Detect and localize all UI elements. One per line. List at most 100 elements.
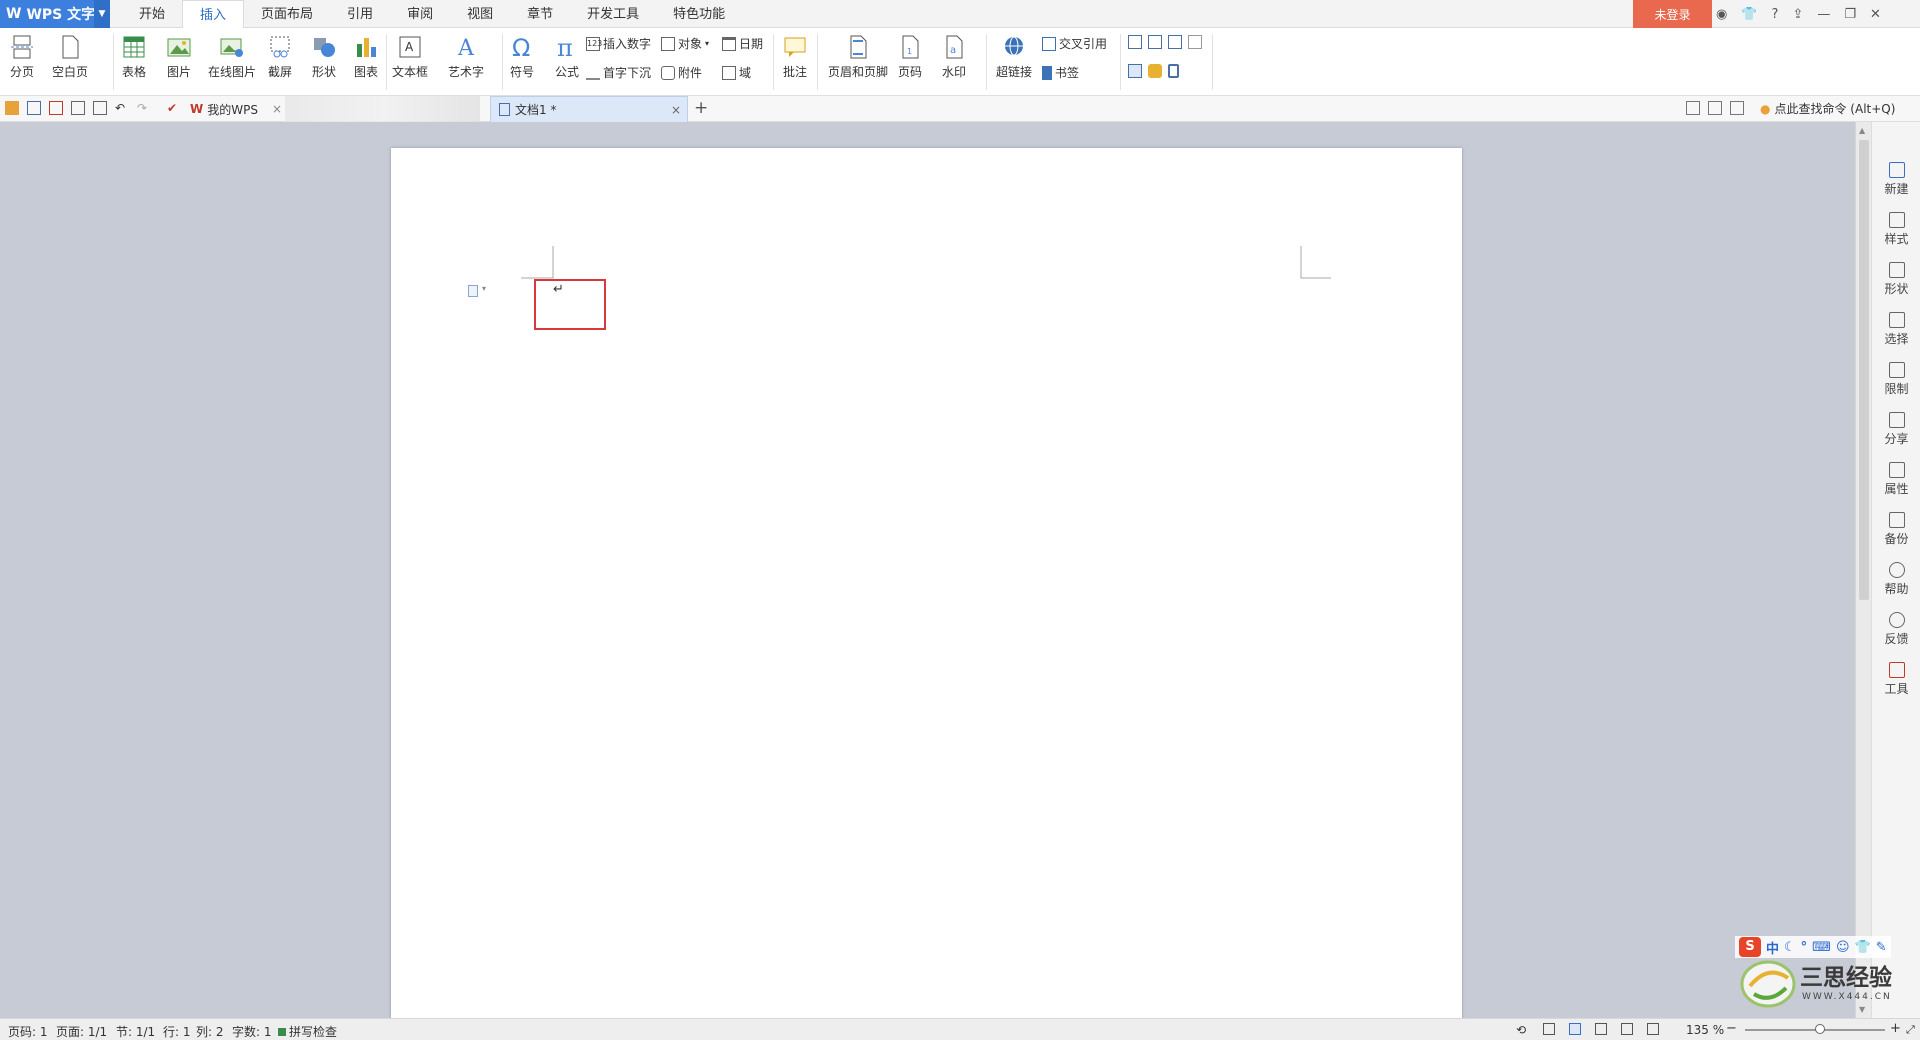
bookmark-icon (1042, 65, 1052, 80)
layout-icon[interactable] (1686, 101, 1700, 115)
tab-0[interactable]: 开始 (122, 0, 182, 28)
side-panel-item-0[interactable]: 新建 (1872, 162, 1920, 197)
outline-view-icon[interactable] (1621, 1023, 1633, 1035)
sync-icon[interactable] (1730, 101, 1744, 115)
skin-icon[interactable]: ◉ (1716, 7, 1727, 22)
side-panel-item-7[interactable]: 备份 (1872, 512, 1920, 547)
object-button[interactable]: 对象 ▾ (661, 35, 709, 52)
web-view-icon[interactable] (1595, 1023, 1607, 1035)
side-panel-item-9[interactable]: 反馈 (1872, 612, 1920, 647)
picture-button[interactable]: 图片 (165, 33, 193, 80)
chevron-down-icon[interactable]: ▾ (482, 284, 486, 293)
zoom-in-button[interactable]: + (1890, 1021, 1901, 1036)
watermark-button[interactable]: a 水印 (940, 33, 968, 80)
tab-1[interactable]: 插入 (182, 0, 245, 29)
tab-8[interactable]: 特色功能 (656, 0, 742, 28)
chevron-down-icon[interactable]: ▼ (94, 0, 110, 28)
list-icon[interactable] (1188, 35, 1202, 49)
open-folder-icon[interactable] (5, 101, 19, 115)
chart-button[interactable]: 图表 (352, 33, 380, 80)
formula-button[interactable]: π 公式 (553, 33, 581, 80)
app-menu-button[interactable]: W WPS 文字 ▼ (0, 0, 110, 28)
side-panel-item-10[interactable]: 工具 (1872, 662, 1920, 697)
tab-3[interactable]: 引用 (330, 0, 390, 28)
eraser-icon[interactable] (1148, 64, 1162, 78)
minimize-button[interactable]: — (1817, 7, 1830, 22)
read-mode-icon[interactable] (1708, 101, 1722, 115)
online-picture-button[interactable]: 在线图片 (208, 33, 256, 80)
check-icon[interactable]: ✔ (167, 101, 181, 115)
zoom-slider[interactable] (1745, 1024, 1885, 1034)
field-button[interactable]: 域 (722, 64, 751, 81)
close-icon[interactable]: × (272, 102, 282, 116)
vertical-scrollbar[interactable]: ▲ ▼ (1855, 122, 1871, 1018)
print-preview-icon[interactable] (93, 101, 107, 115)
textfield-icon[interactable] (1128, 35, 1142, 49)
header-footer-button[interactable]: 页眉和页脚 (828, 33, 888, 80)
side-panel-item-6[interactable]: 属性 (1872, 462, 1920, 497)
tab-4[interactable]: 审阅 (390, 0, 450, 28)
dropdown-icon[interactable] (1168, 35, 1182, 49)
side-panel-item-2[interactable]: 形状 (1872, 262, 1920, 297)
shape-button[interactable]: 形状 (310, 33, 338, 80)
help-button[interactable]: ? (1772, 7, 1779, 22)
symbol-button[interactable]: Ω 符号 (508, 33, 536, 80)
close-button[interactable]: ✕ (1870, 7, 1881, 22)
textbox-button[interactable]: A 文本框 (392, 33, 428, 80)
page-view-icon[interactable] (1569, 1023, 1581, 1035)
side-panel-item-4[interactable]: 限制 (1872, 362, 1920, 397)
restore-button[interactable]: ❐ (1844, 7, 1856, 22)
comment-button[interactable]: 批注 (781, 33, 809, 80)
tab-5[interactable]: 视图 (450, 0, 510, 28)
tab-7[interactable]: 开发工具 (570, 0, 656, 28)
spell-check-button[interactable]: 拼写检查 (278, 1023, 337, 1040)
history-icon[interactable]: ⟲ (1516, 1023, 1526, 1037)
table-button[interactable]: 表格 (120, 33, 148, 80)
status-section: 节: 1/1 (116, 1025, 156, 1039)
insert-number-button[interactable]: 123 插入数字 (586, 35, 651, 52)
read-view-icon[interactable] (1647, 1023, 1659, 1035)
side-panel-item-1[interactable]: 样式 (1872, 212, 1920, 247)
scrollbar-thumb[interactable] (1859, 140, 1869, 600)
zoom-out-button[interactable]: − (1726, 1021, 1737, 1036)
redo-icon[interactable]: ↷ (137, 101, 151, 115)
page-break-button[interactable]: 分页 (8, 33, 36, 80)
login-button[interactable]: 未登录 (1633, 0, 1712, 28)
attachment-button[interactable]: 附件 (661, 64, 702, 81)
page-number-button[interactable]: 1 页码 (896, 33, 924, 80)
search-command[interactable]: ● 点此查找命令 (Alt+Q) (1760, 100, 1895, 117)
close-icon[interactable]: × (671, 103, 681, 117)
wordart-button[interactable]: A 艺术字 (448, 33, 484, 80)
blank-page-button[interactable]: 空白页 (52, 33, 88, 80)
cross-ref-button[interactable]: 交叉引用 (1042, 35, 1107, 52)
lock-icon[interactable] (1168, 64, 1179, 78)
shirt-icon[interactable]: 👕 (1741, 7, 1757, 22)
side-panel-item-3[interactable]: 选择 (1872, 312, 1920, 347)
print-icon[interactable] (71, 101, 85, 115)
new-tab-button[interactable]: + (694, 98, 708, 118)
tab-6[interactable]: 章节 (510, 0, 570, 28)
tab-document-active[interactable]: 文档1 * × (490, 96, 688, 122)
tab-blurred-document[interactable] (285, 96, 480, 122)
zoom-slider-thumb[interactable] (1815, 1024, 1825, 1034)
screenshot-button[interactable]: 截屏 (266, 33, 294, 80)
drop-cap-button[interactable]: 首字下沉 (586, 64, 651, 81)
scroll-up-icon[interactable]: ▲ (1859, 126, 1865, 135)
upload-icon[interactable]: ⇪ (1792, 7, 1803, 22)
document-page[interactable]: ▾ ↵ (391, 148, 1462, 1020)
bookmark-button[interactable]: 书签 (1042, 64, 1079, 81)
side-panel-item-8[interactable]: 帮助 (1872, 562, 1920, 597)
hyperlink-button[interactable]: 超链接 (996, 33, 1032, 80)
date-button[interactable]: 日期 (722, 35, 763, 52)
tab-my-wps[interactable]: W 我的WPS × (190, 96, 282, 122)
pdf-icon[interactable] (49, 101, 63, 115)
fit-icon[interactable]: ⤢ (1906, 1023, 1915, 1037)
side-panel-item-5[interactable]: 分享 (1872, 412, 1920, 447)
undo-icon[interactable]: ↶ (115, 101, 129, 115)
paragraph-options-icon[interactable] (468, 285, 478, 297)
fullscreen-icon[interactable] (1543, 1023, 1555, 1035)
checkbox-icon[interactable] (1148, 35, 1162, 49)
tab-2[interactable]: 页面布局 (244, 0, 330, 28)
design-mode-icon[interactable] (1128, 64, 1142, 78)
save-icon[interactable] (27, 101, 41, 115)
